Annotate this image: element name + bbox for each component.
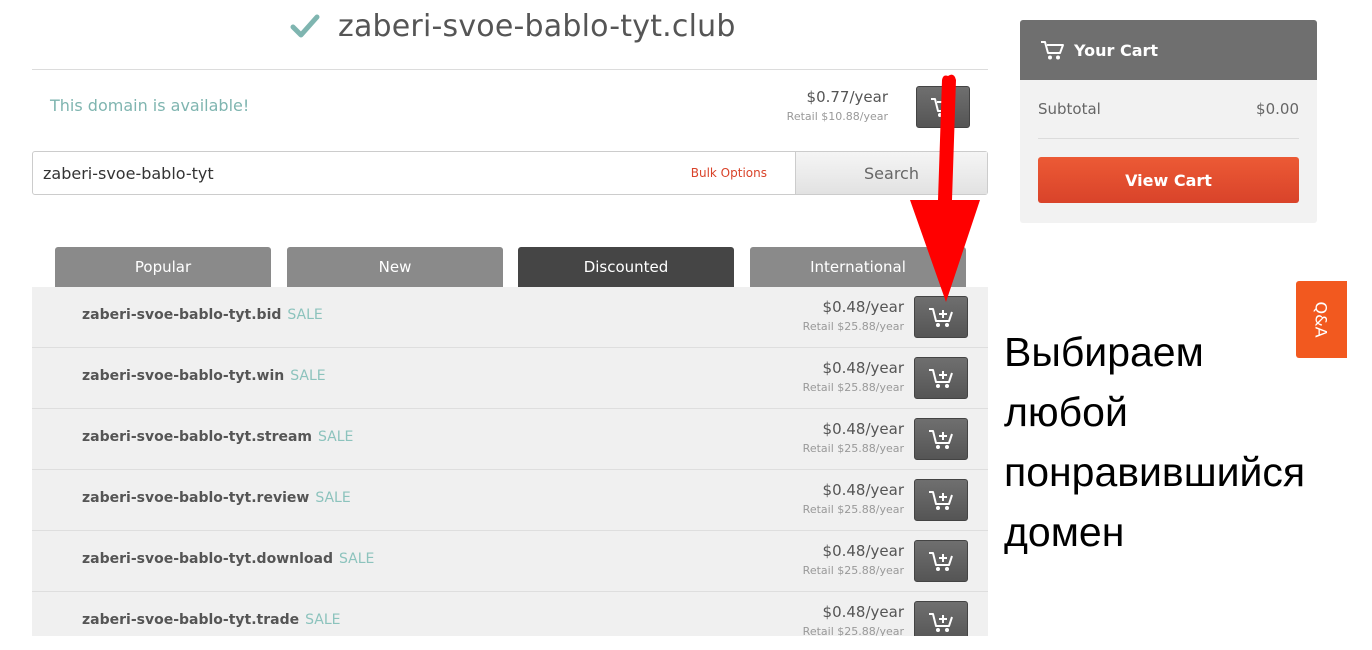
cart-add-icon (929, 308, 953, 327)
list-item: zaberi-svoe-bablo-tyt.download SALE $0.48… (32, 531, 988, 592)
sale-badge: SALE (305, 612, 341, 628)
domain-name: zaberi-svoe-bablo-tyt.review (82, 490, 310, 506)
list-item: zaberi-svoe-bablo-tyt.win SALE $0.48/year… (32, 348, 988, 409)
annotation-line: понравившийся (1004, 449, 1306, 495)
list-item: zaberi-svoe-bablo-tyt.bid SALE $0.48/year… (32, 287, 988, 348)
add-to-cart-button[interactable] (914, 418, 968, 460)
retail-price: Retail $25.88/year (802, 442, 904, 455)
divider (32, 69, 988, 70)
domain-name: zaberi-svoe-bablo-tyt.download (82, 551, 333, 567)
subtotal-row: Subtotal $0.00 (1020, 80, 1317, 118)
divider (1038, 138, 1299, 139)
sale-badge: SALE (318, 429, 354, 445)
search-input[interactable] (33, 152, 691, 194)
price: $0.48/year (822, 359, 904, 377)
check-icon (290, 14, 320, 38)
domain-name: zaberi-svoe-bablo-tyt.stream (82, 429, 313, 445)
add-to-cart-button[interactable] (914, 540, 968, 582)
row-price: $0.48/year Retail $25.88/year (803, 359, 904, 395)
annotation-line: домен (1004, 509, 1125, 555)
subtotal-label: Subtotal (1038, 100, 1101, 118)
retail-price: Retail $25.88/year (802, 320, 904, 333)
top-price: $0.77/year Retail $10.88/year (787, 88, 888, 124)
sale-badge: SALE (290, 368, 326, 384)
tab-discounted[interactable]: Discounted (518, 247, 734, 287)
qa-label: Q&A (1311, 301, 1331, 338)
price: $0.48/year (822, 603, 904, 621)
cart-header: Your Cart (1020, 20, 1317, 80)
subtotal-value: $0.00 (1256, 100, 1299, 118)
arrow-icon (910, 74, 980, 303)
view-cart-button[interactable]: View Cart (1038, 157, 1299, 203)
cart-title: Your Cart (1074, 40, 1159, 60)
domain-name: zaberi-svoe-bablo-tyt.bid (82, 307, 282, 323)
add-to-cart-button[interactable] (914, 601, 968, 636)
add-to-cart-button[interactable] (914, 357, 968, 399)
cart-add-icon (929, 369, 953, 388)
row-price: $0.48/year Retail $25.88/year (803, 481, 904, 517)
domain-name: zaberi-svoe-bablo-tyt.trade (82, 612, 300, 628)
cart-add-icon (929, 491, 953, 510)
sale-badge: SALE (338, 551, 375, 567)
availability-status: This domain is available! (50, 96, 250, 115)
annotation-text: Выбираем любой понравившийся домен (1004, 322, 1364, 562)
sale-badge: SALE (315, 490, 351, 506)
price: $0.48/year (822, 481, 904, 499)
cart-icon (1041, 41, 1064, 60)
retail-price: Retail $10.88/year (786, 110, 888, 123)
retail-price: Retail $25.88/year (802, 381, 904, 394)
list-item: zaberi-svoe-bablo-tyt.review SALE $0.48/y… (32, 470, 988, 531)
price: $0.77/year (806, 88, 888, 106)
domain-name: zaberi-svoe-bablo-tyt.win (82, 368, 285, 384)
domain-header: zaberi-svoe-bablo-tyt.club (288, 4, 736, 48)
domain-search: Bulk Options Search (32, 151, 988, 195)
add-to-cart-button[interactable] (914, 479, 968, 521)
cart-add-icon (929, 430, 953, 449)
sale-badge: SALE (287, 307, 323, 323)
row-price: $0.48/year Retail $25.88/year (803, 542, 904, 578)
retail-price: Retail $25.88/year (802, 503, 904, 516)
domain-title: zaberi-svoe-bablo-tyt.club (338, 8, 736, 44)
annotation-line: любой (1004, 389, 1128, 435)
retail-price: Retail $25.88/year (802, 625, 904, 636)
list-item: zaberi-svoe-bablo-tyt.stream SALE $0.48/y… (32, 409, 988, 470)
tab-popular[interactable]: Popular (55, 247, 271, 287)
list-item: zaberi-svoe-bablo-tyt.trade SALE $0.48/ye… (32, 592, 988, 636)
row-price: $0.48/year Retail $25.88/year (803, 420, 904, 456)
cart-add-icon (929, 613, 953, 632)
row-price: $0.48/year Retail $25.88/year (803, 298, 904, 334)
price: $0.48/year (822, 542, 904, 560)
price: $0.48/year (822, 420, 904, 438)
tab-new[interactable]: New (287, 247, 503, 287)
results-list: zaberi-svoe-bablo-tyt.bid SALE $0.48/year… (32, 287, 988, 636)
qa-tab[interactable]: Q&A (1296, 281, 1347, 358)
row-price: $0.48/year Retail $25.88/year (803, 603, 904, 636)
bulk-options-link[interactable]: Bulk Options (691, 166, 767, 180)
price: $0.48/year (822, 298, 904, 316)
cart-add-icon (929, 552, 953, 571)
cart-panel: Your Cart Subtotal $0.00 View Cart (1020, 20, 1317, 223)
retail-price: Retail $25.88/year (802, 564, 904, 577)
